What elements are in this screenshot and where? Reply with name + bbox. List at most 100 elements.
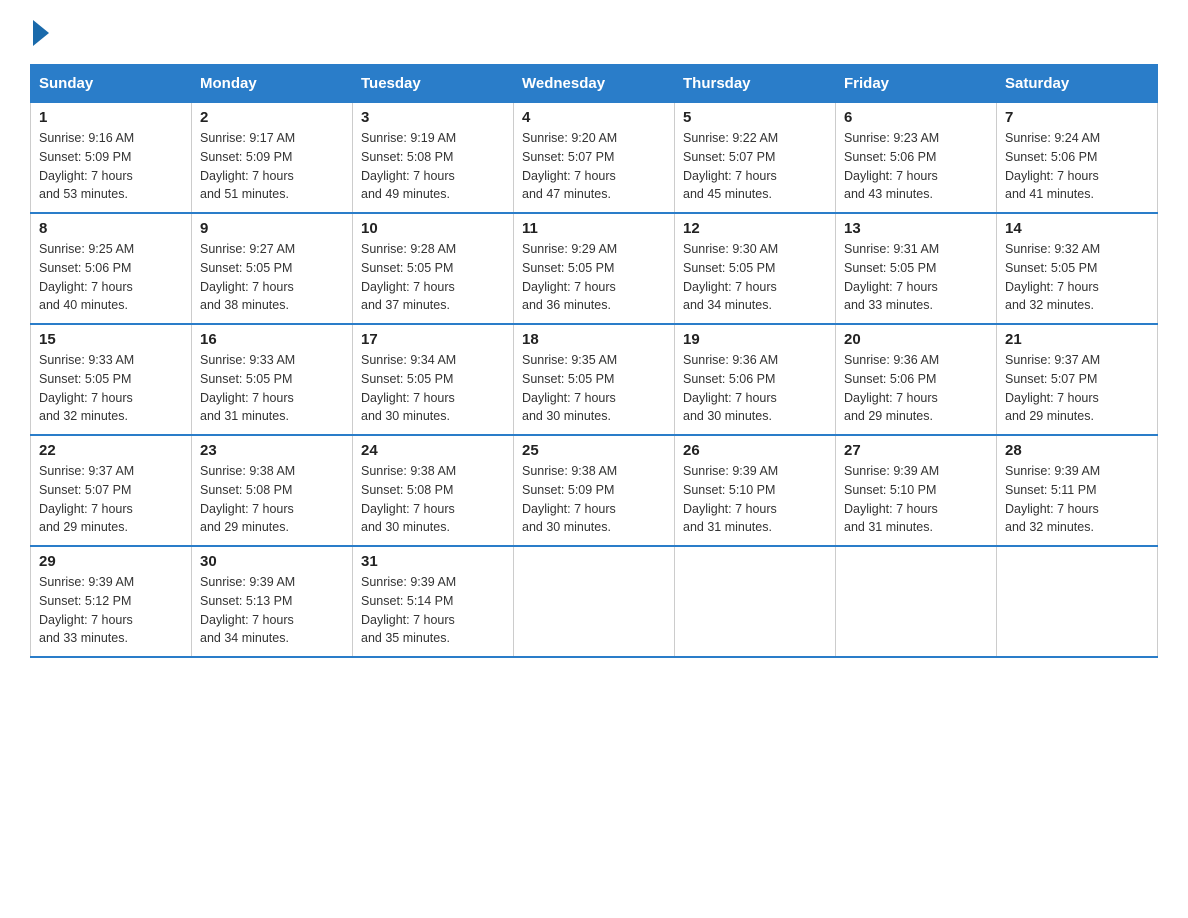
day-number: 22 [39, 442, 183, 459]
day-number: 16 [200, 331, 344, 348]
day-number: 15 [39, 331, 183, 348]
calendar-cell: 11 Sunrise: 9:29 AM Sunset: 5:05 PM Dayl… [514, 213, 675, 324]
day-info: Sunrise: 9:39 AM Sunset: 5:11 PM Dayligh… [1005, 464, 1100, 534]
day-info: Sunrise: 9:20 AM Sunset: 5:07 PM Dayligh… [522, 131, 617, 201]
day-number: 24 [361, 442, 505, 459]
day-number: 27 [844, 442, 988, 459]
calendar-cell: 28 Sunrise: 9:39 AM Sunset: 5:11 PM Dayl… [997, 435, 1158, 546]
day-info: Sunrise: 9:28 AM Sunset: 5:05 PM Dayligh… [361, 242, 456, 312]
calendar-cell [514, 546, 675, 657]
day-number: 13 [844, 220, 988, 237]
calendar-header-row: SundayMondayTuesdayWednesdayThursdayFrid… [31, 65, 1158, 103]
calendar-body: 1 Sunrise: 9:16 AM Sunset: 5:09 PM Dayli… [31, 103, 1158, 658]
day-info: Sunrise: 9:39 AM Sunset: 5:10 PM Dayligh… [844, 464, 939, 534]
calendar-week-row: 22 Sunrise: 9:37 AM Sunset: 5:07 PM Dayl… [31, 435, 1158, 546]
day-info: Sunrise: 9:33 AM Sunset: 5:05 PM Dayligh… [200, 353, 295, 423]
calendar-table: SundayMondayTuesdayWednesdayThursdayFrid… [30, 64, 1158, 658]
day-header-monday: Monday [192, 65, 353, 103]
day-number: 17 [361, 331, 505, 348]
page-header [30, 20, 1158, 46]
calendar-cell: 7 Sunrise: 9:24 AM Sunset: 5:06 PM Dayli… [997, 103, 1158, 214]
day-info: Sunrise: 9:23 AM Sunset: 5:06 PM Dayligh… [844, 131, 939, 201]
calendar-cell: 26 Sunrise: 9:39 AM Sunset: 5:10 PM Dayl… [675, 435, 836, 546]
day-number: 11 [522, 220, 666, 237]
day-header-wednesday: Wednesday [514, 65, 675, 103]
logo-arrow-icon [33, 20, 49, 46]
calendar-cell [836, 546, 997, 657]
day-info: Sunrise: 9:38 AM Sunset: 5:09 PM Dayligh… [522, 464, 617, 534]
day-info: Sunrise: 9:38 AM Sunset: 5:08 PM Dayligh… [361, 464, 456, 534]
day-number: 31 [361, 553, 505, 570]
day-number: 6 [844, 109, 988, 126]
calendar-cell: 17 Sunrise: 9:34 AM Sunset: 5:05 PM Dayl… [353, 324, 514, 435]
day-info: Sunrise: 9:39 AM Sunset: 5:10 PM Dayligh… [683, 464, 778, 534]
day-info: Sunrise: 9:36 AM Sunset: 5:06 PM Dayligh… [844, 353, 939, 423]
day-number: 28 [1005, 442, 1149, 459]
day-number: 5 [683, 109, 827, 126]
calendar-cell: 22 Sunrise: 9:37 AM Sunset: 5:07 PM Dayl… [31, 435, 192, 546]
day-number: 20 [844, 331, 988, 348]
day-info: Sunrise: 9:36 AM Sunset: 5:06 PM Dayligh… [683, 353, 778, 423]
day-number: 19 [683, 331, 827, 348]
day-header-thursday: Thursday [675, 65, 836, 103]
calendar-cell: 14 Sunrise: 9:32 AM Sunset: 5:05 PM Dayl… [997, 213, 1158, 324]
calendar-cell: 5 Sunrise: 9:22 AM Sunset: 5:07 PM Dayli… [675, 103, 836, 214]
day-number: 3 [361, 109, 505, 126]
day-info: Sunrise: 9:38 AM Sunset: 5:08 PM Dayligh… [200, 464, 295, 534]
day-info: Sunrise: 9:39 AM Sunset: 5:14 PM Dayligh… [361, 575, 456, 645]
day-info: Sunrise: 9:33 AM Sunset: 5:05 PM Dayligh… [39, 353, 134, 423]
day-info: Sunrise: 9:37 AM Sunset: 5:07 PM Dayligh… [1005, 353, 1100, 423]
calendar-cell: 8 Sunrise: 9:25 AM Sunset: 5:06 PM Dayli… [31, 213, 192, 324]
day-number: 23 [200, 442, 344, 459]
day-info: Sunrise: 9:30 AM Sunset: 5:05 PM Dayligh… [683, 242, 778, 312]
day-number: 18 [522, 331, 666, 348]
day-info: Sunrise: 9:39 AM Sunset: 5:13 PM Dayligh… [200, 575, 295, 645]
calendar-cell: 2 Sunrise: 9:17 AM Sunset: 5:09 PM Dayli… [192, 103, 353, 214]
day-info: Sunrise: 9:17 AM Sunset: 5:09 PM Dayligh… [200, 131, 295, 201]
day-number: 9 [200, 220, 344, 237]
day-header-saturday: Saturday [997, 65, 1158, 103]
calendar-cell: 23 Sunrise: 9:38 AM Sunset: 5:08 PM Dayl… [192, 435, 353, 546]
day-header-sunday: Sunday [31, 65, 192, 103]
day-info: Sunrise: 9:24 AM Sunset: 5:06 PM Dayligh… [1005, 131, 1100, 201]
calendar-cell [675, 546, 836, 657]
day-info: Sunrise: 9:16 AM Sunset: 5:09 PM Dayligh… [39, 131, 134, 201]
calendar-cell: 1 Sunrise: 9:16 AM Sunset: 5:09 PM Dayli… [31, 103, 192, 214]
calendar-week-row: 29 Sunrise: 9:39 AM Sunset: 5:12 PM Dayl… [31, 546, 1158, 657]
day-number: 30 [200, 553, 344, 570]
calendar-cell: 30 Sunrise: 9:39 AM Sunset: 5:13 PM Dayl… [192, 546, 353, 657]
calendar-cell: 9 Sunrise: 9:27 AM Sunset: 5:05 PM Dayli… [192, 213, 353, 324]
calendar-cell: 4 Sunrise: 9:20 AM Sunset: 5:07 PM Dayli… [514, 103, 675, 214]
calendar-cell: 12 Sunrise: 9:30 AM Sunset: 5:05 PM Dayl… [675, 213, 836, 324]
calendar-cell: 10 Sunrise: 9:28 AM Sunset: 5:05 PM Dayl… [353, 213, 514, 324]
day-info: Sunrise: 9:31 AM Sunset: 5:05 PM Dayligh… [844, 242, 939, 312]
calendar-cell: 18 Sunrise: 9:35 AM Sunset: 5:05 PM Dayl… [514, 324, 675, 435]
day-number: 21 [1005, 331, 1149, 348]
calendar-cell: 21 Sunrise: 9:37 AM Sunset: 5:07 PM Dayl… [997, 324, 1158, 435]
calendar-cell: 15 Sunrise: 9:33 AM Sunset: 5:05 PM Dayl… [31, 324, 192, 435]
day-number: 26 [683, 442, 827, 459]
day-info: Sunrise: 9:32 AM Sunset: 5:05 PM Dayligh… [1005, 242, 1100, 312]
calendar-cell: 13 Sunrise: 9:31 AM Sunset: 5:05 PM Dayl… [836, 213, 997, 324]
day-number: 2 [200, 109, 344, 126]
day-number: 12 [683, 220, 827, 237]
day-info: Sunrise: 9:25 AM Sunset: 5:06 PM Dayligh… [39, 242, 134, 312]
day-number: 25 [522, 442, 666, 459]
day-info: Sunrise: 9:29 AM Sunset: 5:05 PM Dayligh… [522, 242, 617, 312]
calendar-cell: 19 Sunrise: 9:36 AM Sunset: 5:06 PM Dayl… [675, 324, 836, 435]
day-info: Sunrise: 9:27 AM Sunset: 5:05 PM Dayligh… [200, 242, 295, 312]
calendar-week-row: 1 Sunrise: 9:16 AM Sunset: 5:09 PM Dayli… [31, 103, 1158, 214]
calendar-cell: 27 Sunrise: 9:39 AM Sunset: 5:10 PM Dayl… [836, 435, 997, 546]
logo-row1 [30, 20, 49, 46]
day-number: 7 [1005, 109, 1149, 126]
logo [30, 20, 49, 46]
calendar-cell: 3 Sunrise: 9:19 AM Sunset: 5:08 PM Dayli… [353, 103, 514, 214]
day-info: Sunrise: 9:34 AM Sunset: 5:05 PM Dayligh… [361, 353, 456, 423]
calendar-cell: 6 Sunrise: 9:23 AM Sunset: 5:06 PM Dayli… [836, 103, 997, 214]
calendar-week-row: 15 Sunrise: 9:33 AM Sunset: 5:05 PM Dayl… [31, 324, 1158, 435]
day-header-tuesday: Tuesday [353, 65, 514, 103]
day-number: 1 [39, 109, 183, 126]
calendar-cell: 25 Sunrise: 9:38 AM Sunset: 5:09 PM Dayl… [514, 435, 675, 546]
day-number: 10 [361, 220, 505, 237]
calendar-cell: 29 Sunrise: 9:39 AM Sunset: 5:12 PM Dayl… [31, 546, 192, 657]
